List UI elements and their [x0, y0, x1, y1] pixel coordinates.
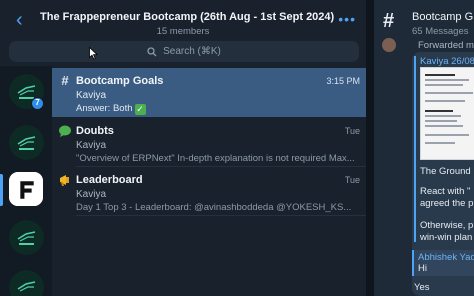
speech-bubble-icon [58, 124, 72, 138]
group-avatar-vinitech-2[interactable] [9, 125, 44, 160]
check-mark-icon: ✓ [134, 104, 146, 115]
back-button[interactable]: ‹ [16, 10, 23, 30]
chat-time: 3:15 PM [326, 76, 360, 86]
megaphone-icon [58, 173, 72, 187]
row-divider [76, 215, 366, 216]
message-text: Otherwise, p [420, 220, 474, 231]
chat-row-leaderboard[interactable]: Leaderboard Tue Kaviya Day 1 Top 3 - Lea… [52, 167, 366, 216]
chat-preview: Answer: Both ✓ [76, 103, 146, 115]
chat-preview: Day 1 Top 3 - Leaderboard: @avinashbodde… [76, 202, 352, 213]
message-text: agreed the p [420, 198, 474, 209]
message-author[interactable]: Kaviya 26/08 [420, 56, 474, 67]
vinitech-logo-icon [9, 270, 44, 296]
chat-time: Tue [344, 126, 360, 136]
folder-rail: 7 [0, 66, 52, 296]
more-options-button[interactable]: ••• [338, 12, 356, 26]
message-text: The Ground I [420, 166, 474, 177]
topic-title[interactable]: Bootcamp G [412, 11, 473, 23]
chat-preview-pane: # Bootcamp G 65 Messages Forwarded me Ka… [374, 0, 474, 296]
mouse-cursor-icon [89, 47, 98, 60]
message-count: 65 Messages [412, 26, 469, 37]
frappe-logo-icon [9, 172, 43, 206]
group-avatar-vinitech-4[interactable] [9, 270, 44, 296]
message-text: win-win plan [420, 232, 473, 243]
vinitech-logo-icon [9, 220, 44, 255]
pane-divider[interactable] [366, 0, 374, 296]
group-title[interactable]: The Frappepreneur Bootcamp (26th Aug - 1… [40, 11, 334, 23]
topic-header: ‹ The Frappepreneur Bootcamp (26th Aug -… [0, 0, 366, 40]
chat-sender: Kaviya [76, 189, 107, 200]
chat-row-bootcamp-goals[interactable]: # Bootcamp Goals 3:15 PM Kaviya Answer: … [52, 68, 366, 117]
chat-row-doubts[interactable]: Doubts Tue Kaviya "Overview of ERPNext" … [52, 118, 366, 167]
hash-icon: # [383, 10, 395, 32]
search-placeholder: Search (⌘K) [163, 46, 221, 57]
hash-icon: # [61, 73, 69, 88]
vinitech-logo-icon [9, 125, 44, 160]
search-bar[interactable]: Search (⌘K) [9, 41, 359, 62]
chat-time: Tue [344, 175, 360, 185]
message-text: React with " [420, 186, 471, 197]
reply-author: Abhishek Yad [418, 252, 474, 263]
active-folder-indicator [0, 174, 3, 206]
chat-sender: Kaviya [76, 90, 107, 101]
reply-quote[interactable]: Abhishek Yad Hi [412, 250, 474, 276]
chat-sender: Kaviya [76, 140, 107, 151]
chat-name: Doubts [76, 125, 114, 137]
group-avatar-vinitech-3[interactable] [9, 220, 44, 255]
chat-list-pane: ‹ The Frappepreneur Bootcamp (26th Aug -… [0, 0, 366, 296]
reply-text: Hi [418, 263, 427, 274]
chat-name: Leaderboard [76, 174, 143, 186]
group-avatar-frappe[interactable] [9, 172, 43, 206]
chat-name: Bootcamp Goals [76, 75, 164, 87]
avatar[interactable] [382, 38, 396, 52]
unread-badge: 7 [31, 97, 44, 110]
search-icon [147, 46, 157, 56]
forwarded-label: Forwarded me [418, 40, 474, 51]
document-thumbnail[interactable] [420, 67, 474, 160]
message-text: Yes [414, 282, 430, 293]
forward-quote-bar [414, 56, 416, 242]
chat-preview: "Overview of ERPNext" In-depth explanati… [76, 153, 355, 164]
member-count: 15 members [156, 26, 210, 37]
